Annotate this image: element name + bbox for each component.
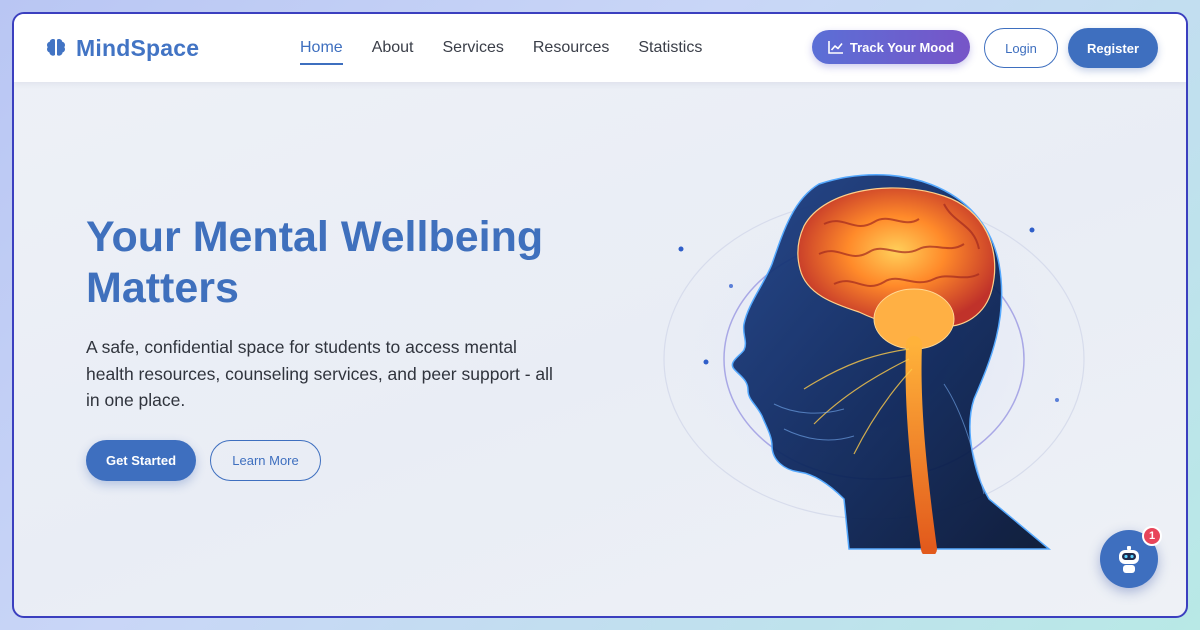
- track-mood-button[interactable]: Track Your Mood: [812, 30, 970, 64]
- register-button[interactable]: Register: [1068, 28, 1158, 68]
- chat-notification-badge: 1: [1142, 526, 1162, 546]
- sparkle-dot: [1055, 398, 1059, 402]
- nav-services[interactable]: Services: [443, 33, 504, 63]
- hero-subtitle-line: A safe, confidential space for students …: [86, 337, 517, 357]
- hero-title: Your Mental Wellbeing Matters: [86, 212, 606, 314]
- login-button[interactable]: Login: [984, 28, 1058, 68]
- learn-more-button[interactable]: Learn More: [210, 440, 321, 481]
- hero-title-line-1: Your Mental Wellbeing: [86, 213, 544, 261]
- page-frame: MindSpace Home About Services Resources …: [12, 12, 1188, 618]
- nav-statistics[interactable]: Statistics: [638, 33, 702, 63]
- track-mood-label: Track Your Mood: [849, 39, 955, 55]
- nav-resources[interactable]: Resources: [533, 33, 609, 63]
- chart-line-icon: [828, 41, 843, 54]
- brain-icon: [47, 39, 65, 56]
- sparkle-dot: [729, 284, 733, 288]
- brand-logo[interactable]: MindSpace: [44, 34, 199, 62]
- hero-subtitle-line: in one place.: [86, 390, 186, 410]
- brand-name: MindSpace: [76, 34, 200, 61]
- sparkle-dot: [1029, 227, 1035, 233]
- sparkle-dot: [703, 359, 709, 365]
- robot-icon: [1119, 546, 1139, 573]
- nav-home[interactable]: Home: [300, 33, 343, 65]
- hero-subtitle-line: health resources, counseling services, a…: [86, 363, 553, 384]
- hero-title-line-2: Matters: [86, 264, 239, 312]
- nav-about[interactable]: About: [372, 33, 414, 63]
- main-menu: Home About Services Resources Statistics: [300, 14, 702, 82]
- sparkle-dot: [678, 246, 684, 252]
- top-navbar: MindSpace Home About Services Resources …: [14, 14, 1186, 82]
- get-started-button[interactable]: Get Started: [86, 440, 196, 481]
- head-brain-illustration: [663, 173, 1085, 554]
- hero-subtitle: A safe, confidential space for students …: [86, 334, 606, 414]
